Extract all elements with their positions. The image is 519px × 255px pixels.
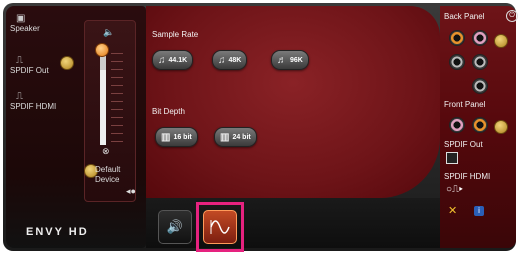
bit-depth-16-button[interactable]: ▥ 16 bit bbox=[155, 127, 198, 147]
volume-ticks bbox=[111, 53, 123, 143]
nav-item-label: SPDIF HDMI bbox=[10, 102, 57, 111]
nav-item-label: SPDIF Out bbox=[10, 66, 49, 75]
nav-item-spdif-out[interactable]: ⎍ SPDIF Out bbox=[10, 55, 49, 76]
back-jack-4[interactable] bbox=[472, 54, 488, 70]
info-icon[interactable]: i bbox=[474, 206, 484, 216]
bit-depth-label: 16 bit bbox=[173, 133, 192, 141]
volume-slider-track[interactable] bbox=[100, 49, 106, 145]
nav-item-speaker[interactable]: ▣ Speaker bbox=[10, 13, 40, 34]
speaker-volume-icon: 🔈 bbox=[103, 27, 115, 37]
spdif-out-icon: ⎍ bbox=[16, 55, 23, 66]
sample-rate-label: 96K bbox=[290, 56, 303, 64]
active-tab-highlight bbox=[196, 202, 244, 252]
back-jack-2[interactable] bbox=[472, 30, 488, 46]
envy-hd-logo: ENVY HD bbox=[26, 226, 89, 238]
volume-slider-thumb[interactable] bbox=[95, 43, 109, 57]
back-panel-title: Back Panel bbox=[444, 12, 485, 21]
back-jack-5[interactable] bbox=[472, 78, 488, 94]
front-panel-title: Front Panel bbox=[444, 100, 486, 109]
sample-rate-44k-button[interactable]: ♫ 44.1K bbox=[152, 50, 194, 70]
sample-rate-label: 44.1K bbox=[168, 56, 188, 64]
sample-rate-title: Sample Rate bbox=[152, 30, 199, 39]
spdif-out-port-icon bbox=[446, 152, 458, 164]
sample-rate-96k-button[interactable]: ♬ 96K bbox=[271, 50, 309, 70]
tab-volume[interactable]: 🔊 bbox=[158, 210, 192, 244]
spdif-hdmi-signal-icon: ○⎍▸ bbox=[446, 184, 463, 195]
back-jack-3[interactable] bbox=[449, 54, 465, 70]
back-jack-1[interactable] bbox=[449, 30, 465, 46]
spdif-out-status-indicator bbox=[60, 56, 74, 70]
speaker-icon: ▣ bbox=[16, 13, 26, 24]
front-jack-2[interactable] bbox=[472, 117, 488, 133]
music-note-icon: ♬ bbox=[277, 54, 287, 66]
bit-depth-title: Bit Depth bbox=[152, 107, 185, 116]
front-jack-1[interactable] bbox=[449, 117, 465, 133]
spdif-hdmi-title: SPDIF HDMI bbox=[444, 172, 491, 181]
front-jack-indicator bbox=[494, 120, 508, 134]
spdif-out-title: SPDIF Out bbox=[444, 140, 483, 149]
music-note-icon: ♫ bbox=[158, 54, 166, 66]
back-jack-indicator bbox=[494, 34, 508, 48]
audio-control-window: ▣ Speaker ⎍ SPDIF Out ⎍ SPDIF HDMI 🔈 ⊗ D… bbox=[0, 0, 519, 255]
spdif-hdmi-icon: ⎍ bbox=[16, 91, 23, 102]
bars-icon: ▥ bbox=[161, 131, 171, 143]
volume-plus-icon: 🔊 bbox=[166, 219, 184, 234]
arrow-left-icon[interactable]: ◂● bbox=[126, 186, 136, 197]
bit-depth-label: 24 bit bbox=[232, 133, 251, 141]
sample-rate-label: 48K bbox=[228, 56, 242, 64]
mute-icon[interactable]: ⊗ bbox=[102, 146, 110, 157]
sample-rate-48k-button[interactable]: ♫ 48K bbox=[212, 50, 248, 70]
nav-item-label: Speaker bbox=[10, 24, 40, 33]
power-icon[interactable]: ⏻ bbox=[506, 10, 518, 22]
bit-depth-24-button[interactable]: ▥ 24 bit bbox=[214, 127, 257, 147]
tools-icon[interactable]: ✕ bbox=[448, 204, 457, 217]
bars-icon: ▥ bbox=[220, 131, 230, 143]
default-device-label: Default Device bbox=[95, 165, 121, 184]
music-note-icon: ♫ bbox=[218, 54, 226, 66]
nav-item-spdif-hdmi[interactable]: ⎍ SPDIF HDMI bbox=[10, 91, 57, 112]
volume-slider-fill bbox=[100, 70, 106, 145]
